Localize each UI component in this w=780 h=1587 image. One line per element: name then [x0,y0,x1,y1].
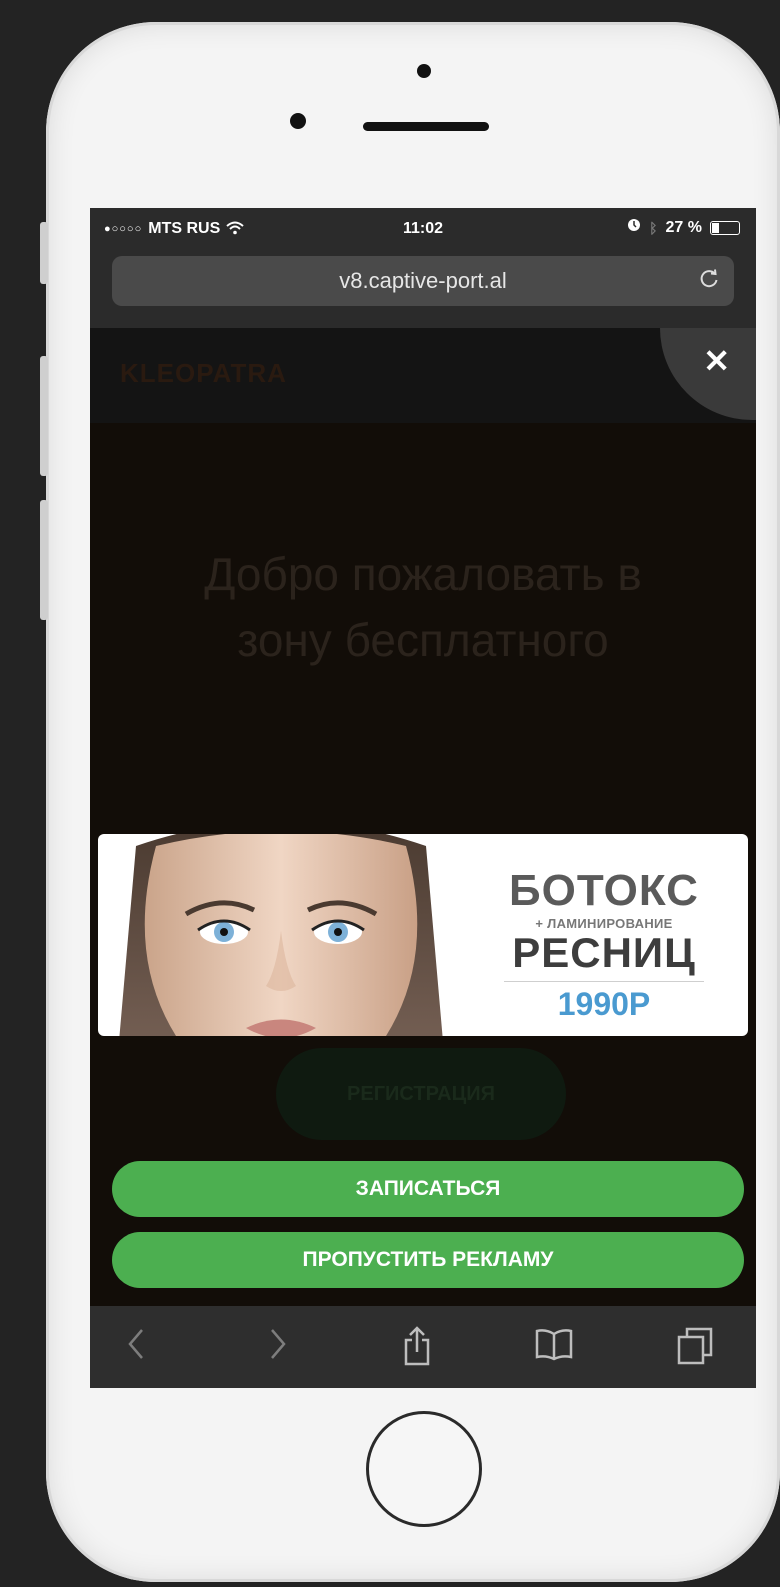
battery-fill [712,222,720,233]
bookmarks-icon[interactable] [534,1326,574,1367]
skip-ad-button[interactable]: ПРОПУСТИТЬ РЕКЛАМУ [112,1232,744,1288]
share-icon[interactable] [402,1326,432,1371]
background-welcome-text: Добро пожаловать в зону бесплатного [204,548,642,666]
front-camera [290,113,306,129]
signup-button[interactable]: ЗАПИСАТЬСЯ [112,1161,744,1217]
status-right: ᛒ 27 % [627,218,740,237]
site-logo: KLEOPATRA [120,358,287,388]
battery-text: 27 % [665,218,702,236]
ad-banner[interactable]: БОТОКС + ЛАМИНИРОВАНИЕ РЕСНИЦ 1990Р [98,834,748,1036]
volume-down-button [40,500,48,620]
ad-text: БОТОКС + ЛАМИНИРОВАНИЕ РЕСНИЦ 1990Р [494,868,714,1023]
earpiece-speaker [363,122,489,131]
reload-icon[interactable] [698,268,720,297]
background-register-button: РЕГИСТРАЦИЯ [276,1048,566,1140]
ad-title-line2: РЕСНИЦ [512,929,696,976]
address-bar[interactable]: v8.captive-port.al [112,256,734,306]
tabs-icon[interactable] [676,1326,716,1371]
front-sensor [417,64,431,78]
forward-icon[interactable] [268,1326,288,1367]
close-icon: ✕ [703,343,730,379]
ad-title-line1: БОТОКС [509,866,699,915]
address-bar-area: v8.captive-port.al [90,250,756,328]
ad-price: 1990Р [557,986,651,1022]
phone-screen: ●○○○○ MTS RUS 11:02 ᛒ 27 % v8.captive-po… [90,208,756,1388]
back-icon[interactable] [126,1326,146,1367]
site-header: KLEOPATRA [90,328,756,423]
face-image [119,834,443,1036]
home-button[interactable] [366,1411,482,1527]
bluetooth-icon: ᛒ [649,219,658,236]
volume-up-button [40,356,48,476]
alarm-icon [627,218,641,237]
url-text: v8.captive-port.al [339,268,507,293]
browser-toolbar [90,1306,756,1388]
status-bar: ●○○○○ MTS RUS 11:02 ᛒ 27 % [90,208,756,250]
mute-switch [40,222,48,284]
ad-divider [504,981,704,982]
web-page: KLEOPATRA ✕ Добро пожаловать в зону бесп… [90,328,756,1306]
battery-icon [710,220,740,235]
